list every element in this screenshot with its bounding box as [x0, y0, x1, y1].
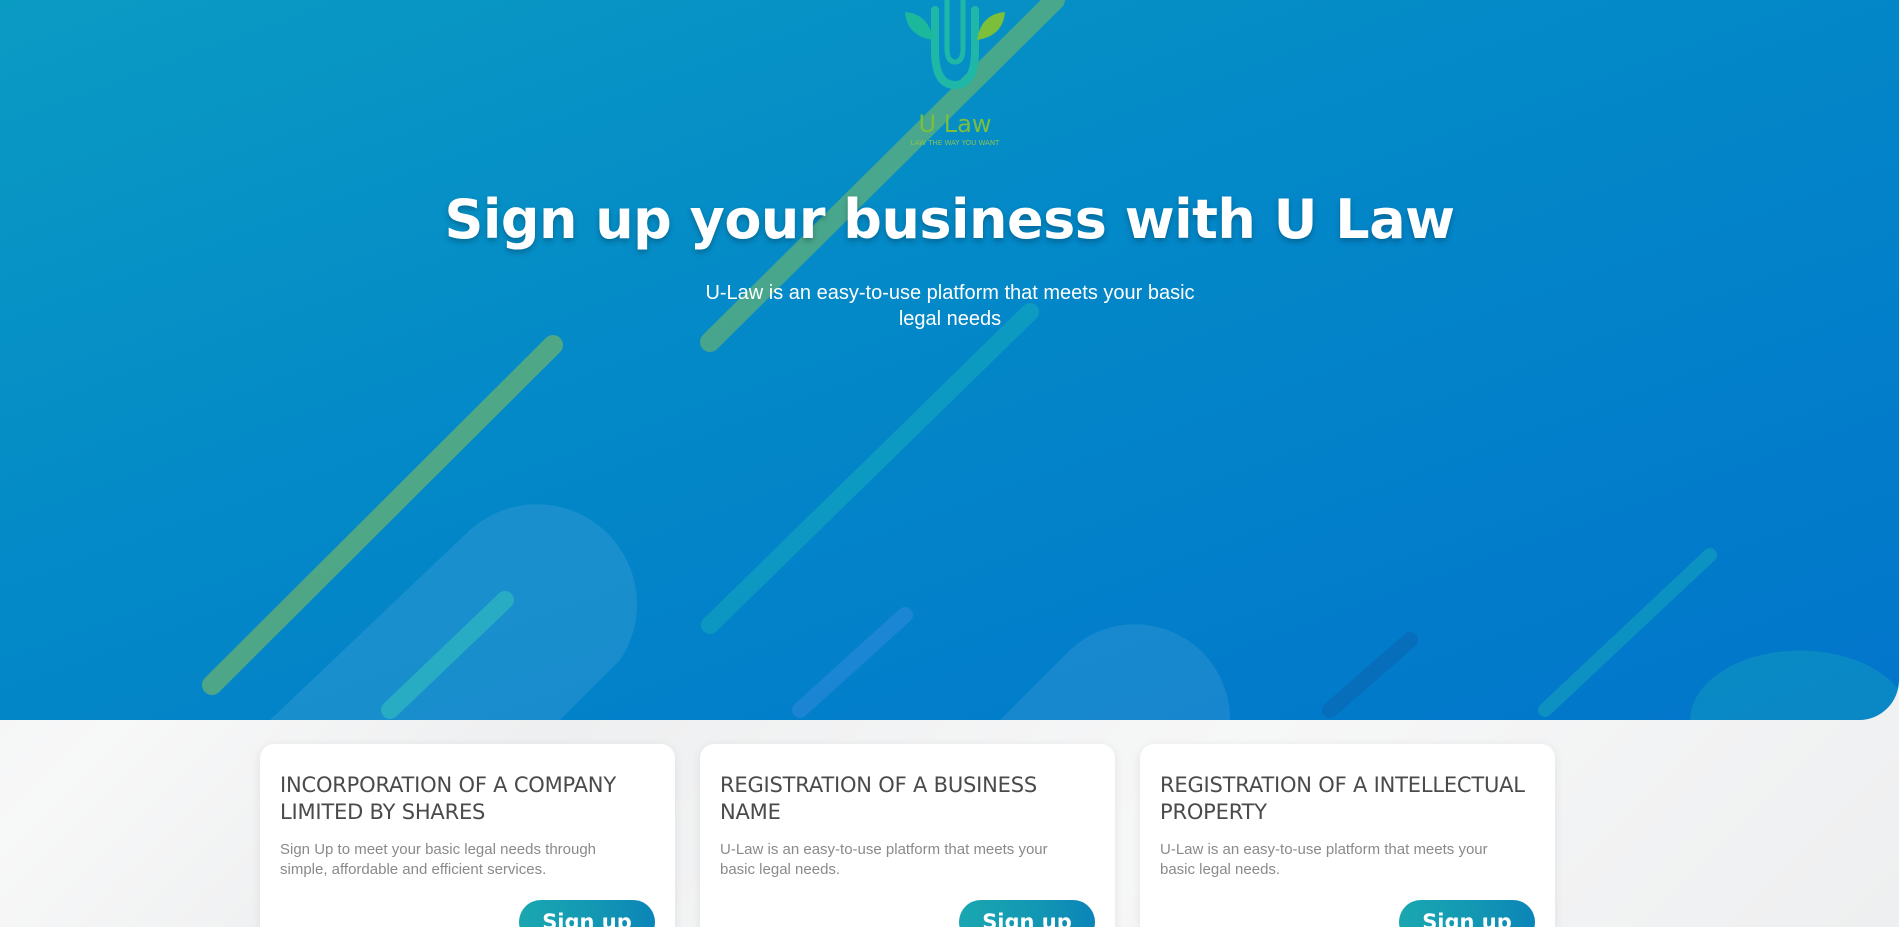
hero-section: U Law LAW THE WAY YOU WANT Sign up your … [0, 0, 1899, 720]
hero-subtitle: U-Law is an easy-to-use platform that me… [705, 282, 1195, 330]
page: U Law LAW THE WAY YOU WANT Sign up your … [0, 0, 1899, 927]
card-title: INCORPORATION OF A COMPANY LIMITED BY SH… [280, 773, 616, 824]
card-description: Sign Up to meet your basic legal needs t… [280, 841, 597, 878]
service-card-business-name: REGISTRATION OF A BUSINESS NAME U-Law is… [700, 744, 1115, 927]
card-title: REGISTRATION OF A BUSINESS NAME [720, 773, 1037, 824]
sign-up-button[interactable]: Sign up [959, 900, 1095, 927]
card-description: U-Law is an easy-to-use platform that me… [1160, 841, 1488, 878]
logo-tagline: LAW THE WAY YOU WANT [911, 139, 1000, 147]
logo-wordmark: U Law [919, 110, 992, 138]
sign-up-button[interactable]: Sign up [519, 900, 655, 927]
card-title: REGISTRATION OF A INTELLECTUAL PROPERTY [1160, 773, 1525, 824]
service-cards: INCORPORATION OF A COMPANY LIMITED BY SH… [260, 744, 1560, 927]
card-description: U-Law is an easy-to-use platform that me… [720, 841, 1048, 878]
service-card-company: INCORPORATION OF A COMPANY LIMITED BY SH… [260, 744, 675, 927]
sign-up-button[interactable]: Sign up [1399, 900, 1535, 927]
u-law-logo-icon: U Law LAW THE WAY YOU WANT [905, 0, 1005, 147]
service-card-intellectual-property: REGISTRATION OF A INTELLECTUAL PROPERTY … [1140, 744, 1555, 927]
hero-title: Sign up your business with U Law [444, 188, 1455, 251]
